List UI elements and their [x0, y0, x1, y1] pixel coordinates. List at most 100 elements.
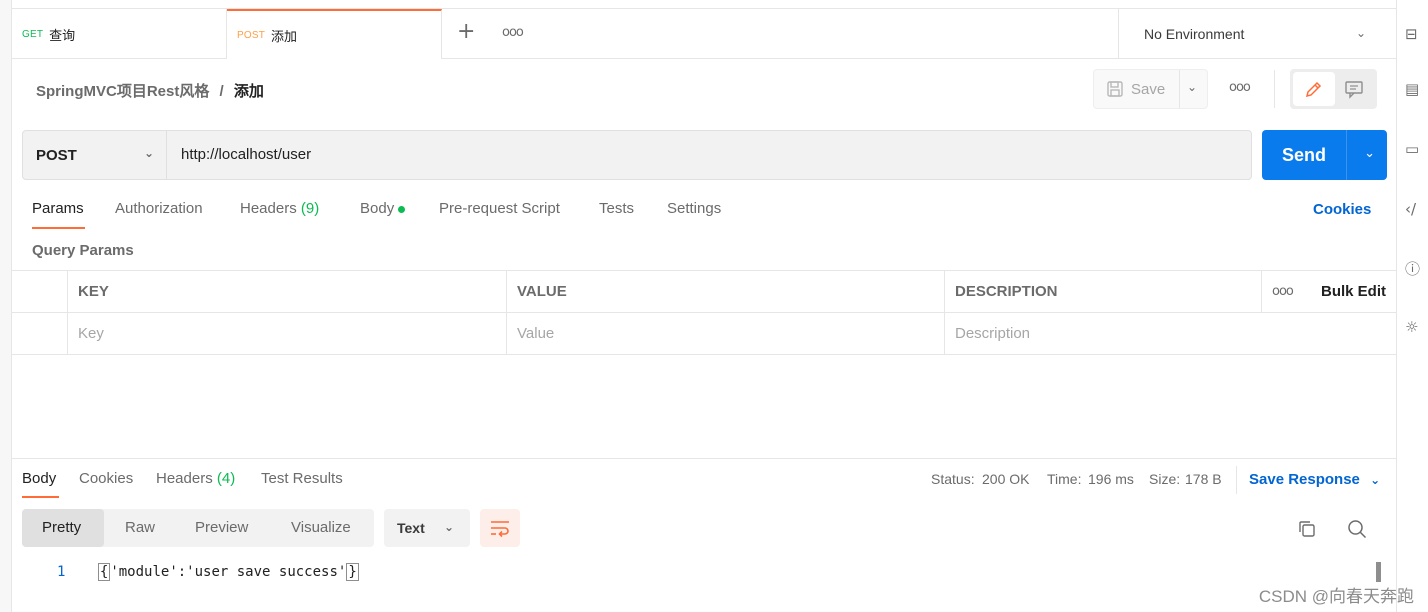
save-dropdown-chevron-icon[interactable]: ⌄ [1187, 80, 1197, 94]
save-button[interactable]: Save ⌄ [1093, 69, 1208, 109]
copy-icon[interactable] [1297, 519, 1317, 539]
view-mode-raw[interactable]: Raw [125, 519, 155, 536]
tab-name: 添加 [271, 28, 298, 44]
url-bar: POST ⌄ http://localhost/user [22, 130, 1252, 180]
method-label: POST [36, 146, 77, 164]
tab-name: 查询 [49, 27, 76, 43]
tab-post-add[interactable]: POST 添加 [227, 9, 442, 59]
response-headers-count: (4) [216, 470, 236, 487]
size-label: Size: [1149, 471, 1181, 487]
status-value[interactable]: 200 OK [982, 471, 1029, 487]
tab-settings[interactable]: Settings [667, 200, 721, 217]
chevron-down-icon: ⌄ [143, 146, 154, 160]
view-mode-segmented: Pretty Raw Preview Visualize [22, 509, 374, 547]
request-options-dots-icon[interactable]: ooo [1229, 80, 1251, 95]
format-label: Text [397, 520, 425, 536]
key-input[interactable]: Key [67, 313, 506, 354]
send-button[interactable]: Send ⌄ [1262, 130, 1387, 180]
response-tab-headers[interactable]: Headers (4) [156, 470, 235, 487]
header-key: KEY [67, 271, 506, 312]
tab-params[interactable]: Params [32, 200, 84, 217]
response-divider[interactable] [12, 458, 1396, 459]
format-select[interactable]: Text ⌄ [384, 509, 470, 547]
top-border [12, 0, 1396, 9]
chevron-down-icon: ⌄ [1355, 26, 1366, 40]
header-description: DESCRIPTION [944, 271, 1261, 312]
left-sidebar-strip [0, 0, 12, 612]
documentation-icon[interactable]: ▤ [1405, 80, 1425, 100]
comment-icon[interactable] [1344, 79, 1364, 99]
time-value[interactable]: 196 ms [1088, 471, 1134, 487]
table-options-cell: ooo [1261, 271, 1311, 312]
wrap-lines-icon [491, 521, 509, 538]
table-row: Key Value Description [12, 313, 1396, 355]
cookies-link[interactable]: Cookies [1313, 201, 1371, 218]
comments-icon[interactable]: ▭ [1405, 140, 1425, 160]
scrollbar-thumb[interactable] [1376, 562, 1381, 582]
method-select[interactable]: POST ⌄ [23, 131, 167, 179]
view-mode-visualize[interactable]: Visualize [291, 519, 351, 536]
wrap-lines-button[interactable] [480, 509, 520, 547]
tab-headers[interactable]: Headers (9) [240, 200, 319, 217]
view-mode-toggle [1290, 69, 1377, 109]
response-body[interactable]: 1 {'module':'user save success'} [57, 563, 359, 581]
body-indicator-dot [398, 205, 406, 213]
time-label: Time: [1047, 471, 1082, 487]
breadcrumb-separator: / [219, 83, 224, 100]
response-tab-test-results[interactable]: Test Results [261, 470, 343, 487]
breadcrumb-request[interactable]: 添加 [234, 83, 264, 100]
send-dropdown-chevron-icon[interactable]: ⌄ [1364, 146, 1375, 161]
save-response-button[interactable]: Save Response ⌄ [1249, 471, 1380, 488]
watermark: CSDN @向春天奔跑 [1258, 587, 1414, 606]
active-response-tab-underline [22, 496, 59, 498]
tab-get-query[interactable]: GET 查询 [12, 9, 227, 59]
code-icon[interactable]: ‹/ [1405, 200, 1425, 220]
code-content: 'module':'user save success' [110, 564, 347, 580]
request-tab-bar: GET 查询 POST 添加 + ooo No Environment ⌄ [12, 9, 1396, 59]
breadcrumb-collection[interactable]: SpringMVC项目Rest风格 [36, 83, 209, 100]
send-label: Send [1262, 130, 1347, 180]
value-input[interactable]: Value [506, 313, 944, 354]
edit-mode-button[interactable] [1293, 72, 1335, 106]
table-options-dots-icon[interactable]: ooo [1272, 284, 1294, 299]
line-number: 1 [57, 564, 66, 580]
chevron-down-icon: ⌄ [1370, 473, 1381, 487]
bulk-edit-link[interactable]: Bulk Edit [1321, 283, 1386, 300]
query-params-table: KEY VALUE DESCRIPTION ooo Bulk Edit Key … [12, 270, 1396, 355]
new-tab-plus-icon[interactable]: + [457, 19, 475, 44]
tab-headers-label: Headers [240, 200, 297, 217]
tab-method: GET [22, 28, 44, 40]
save-disk-icon [1107, 81, 1123, 97]
url-input[interactable]: http://localhost/user [181, 146, 311, 163]
tab-body[interactable]: Body [360, 200, 406, 217]
tab-method: POST [237, 29, 266, 41]
tab-tests[interactable]: Tests [599, 200, 634, 217]
response-tab-body[interactable]: Body [22, 470, 56, 487]
headers-count: (9) [300, 200, 320, 217]
related-icon[interactable]: ☼ [1405, 318, 1425, 338]
info-icon[interactable]: ⓘ [1405, 258, 1425, 278]
tab-pre-request-script[interactable]: Pre-request Script [439, 200, 560, 217]
close-brace: } [346, 563, 359, 581]
response-tab-cookies[interactable]: Cookies [79, 470, 133, 487]
status-label: Status: [931, 471, 975, 487]
tab-options-dots-icon[interactable]: ooo [502, 25, 524, 40]
view-mode-preview[interactable]: Preview [195, 519, 248, 536]
toolbar-divider [1274, 70, 1275, 108]
save-response-label: Save Response [1249, 471, 1360, 488]
environment-quick-look-icon[interactable]: ⊟ [1405, 25, 1425, 45]
tab-body-label: Body [360, 200, 395, 217]
chevron-down-icon: ⌄ [443, 520, 454, 534]
description-input[interactable]: Description [944, 313, 1396, 354]
table-header-row: KEY VALUE DESCRIPTION ooo Bulk Edit [12, 271, 1396, 313]
environment-selector[interactable]: No Environment ⌄ [1118, 9, 1396, 59]
size-value[interactable]: 178 B [1185, 471, 1222, 487]
header-value: VALUE [506, 271, 944, 312]
view-mode-pretty[interactable]: Pretty [42, 519, 81, 536]
right-context-bar: ⊟ ▤ ▭ ‹/ ⓘ ☼ [1396, 0, 1428, 612]
environment-label: No Environment [1144, 26, 1245, 42]
tab-authorization[interactable]: Authorization [115, 200, 203, 217]
response-headers-label: Headers [156, 470, 213, 487]
search-icon[interactable] [1347, 519, 1367, 539]
breadcrumb: SpringMVC项目Rest风格 / 添加 [36, 80, 264, 101]
